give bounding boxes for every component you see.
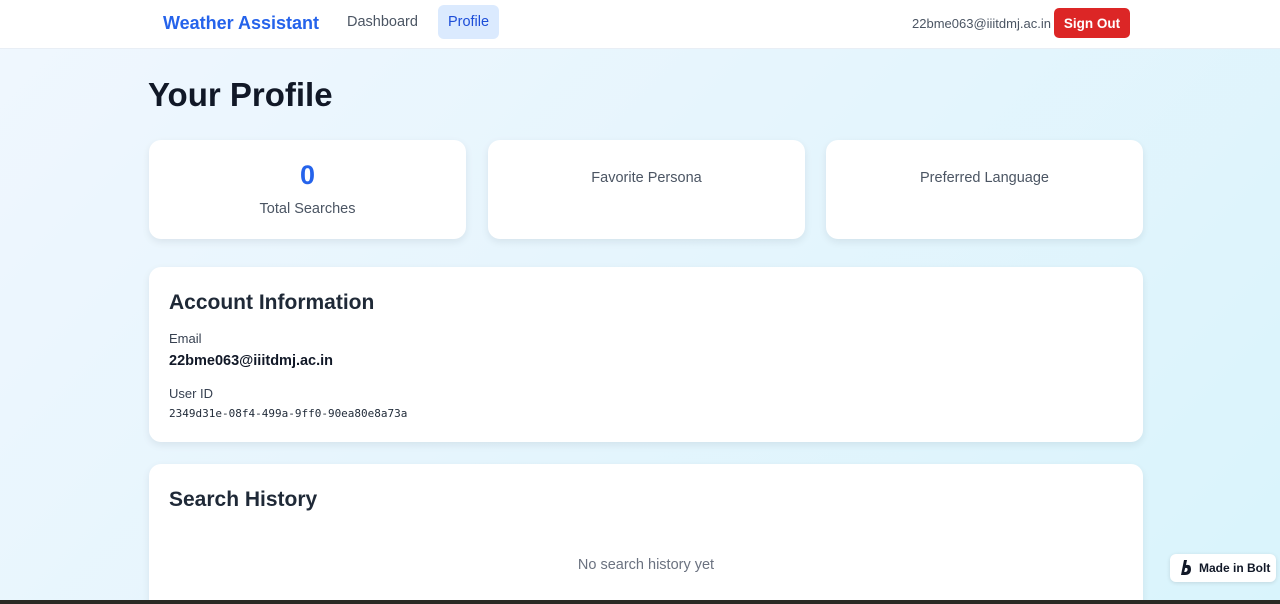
nav-link-dashboard[interactable]: Dashboard <box>337 5 428 39</box>
empty-history-message: No search history yet <box>577 557 715 573</box>
bottom-taskbar-edge <box>0 600 1280 604</box>
total-searches-label: Total Searches <box>259 201 356 217</box>
bolt-logo-icon <box>1181 560 1191 575</box>
nav-link-profile[interactable]: Profile <box>438 5 499 39</box>
search-history-card: Search History No search history yet <box>149 464 1143 604</box>
search-history-title: Search History <box>169 488 318 511</box>
top-navbar: Weather Assistant Dashboard Profile 22bm… <box>0 0 1280 49</box>
brand-logo-text[interactable]: Weather Assistant <box>163 13 319 34</box>
stat-card-favorite-persona: Favorite Persona <box>488 140 805 239</box>
account-information-title: Account Information <box>169 291 375 314</box>
email-label: Email <box>169 331 202 346</box>
stat-card-preferred-language: Preferred Language <box>826 140 1143 239</box>
page-title: Your Profile <box>148 76 333 113</box>
user-id-value: 2349d31e-08f4-499a-9ff0-90ea80e8a73a <box>169 407 408 420</box>
account-information-card: Account Information Email 22bme063@iiitd… <box>149 267 1143 442</box>
total-searches-value: 0 <box>299 160 316 190</box>
preferred-language-label: Preferred Language <box>920 170 1049 186</box>
made-in-bolt-label: Made in Bolt <box>1199 561 1271 575</box>
made-in-bolt-badge[interactable]: Made in Bolt <box>1170 554 1276 582</box>
favorite-persona-label: Favorite Persona <box>591 170 702 186</box>
stat-card-total-searches: 0 Total Searches <box>149 140 466 239</box>
user-email-display: 22bme063@iiitdmj.ac.in <box>912 16 1051 31</box>
user-id-label: User ID <box>169 386 214 401</box>
sign-out-button[interactable]: Sign Out <box>1054 8 1130 38</box>
email-value: 22bme063@iiitdmj.ac.in <box>169 353 334 369</box>
